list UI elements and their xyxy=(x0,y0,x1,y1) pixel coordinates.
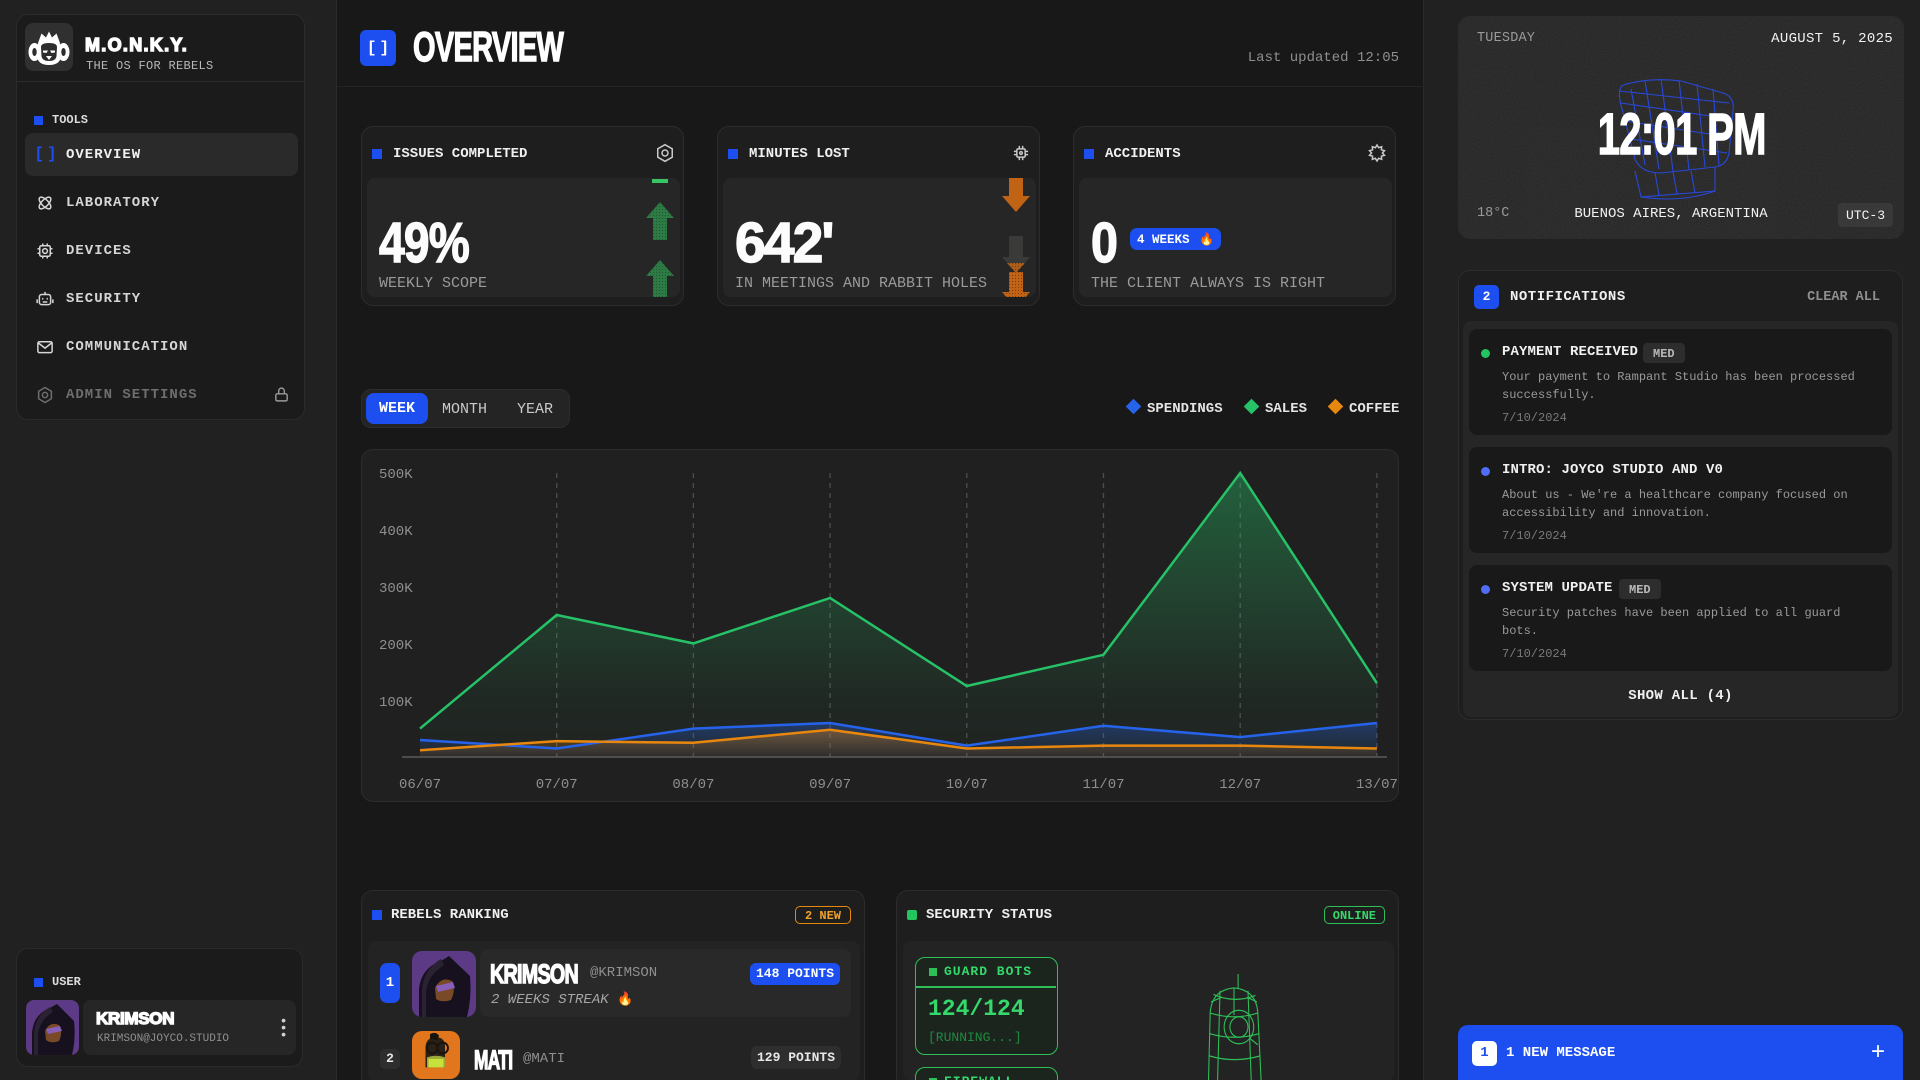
svg-text:06/07: 06/07 xyxy=(399,777,441,793)
svg-text:07/07: 07/07 xyxy=(536,777,578,793)
svg-text:11/07: 11/07 xyxy=(1082,777,1124,793)
svg-text:200K: 200K xyxy=(379,638,413,654)
svg-text:09/07: 09/07 xyxy=(809,777,851,793)
svg-text:13/07: 13/07 xyxy=(1356,777,1398,793)
svg-text:10/07: 10/07 xyxy=(946,777,988,793)
svg-text:COFFEE: COFFEE xyxy=(1349,401,1399,416)
svg-text:100K: 100K xyxy=(379,695,413,711)
svg-text:SALES: SALES xyxy=(1265,401,1307,416)
svg-text:08/07: 08/07 xyxy=(672,777,714,793)
svg-text:400K: 400K xyxy=(379,524,413,540)
svg-text:12/07: 12/07 xyxy=(1219,777,1261,793)
svg-text:SPENDINGS: SPENDINGS xyxy=(1147,401,1223,416)
svg-text:300K: 300K xyxy=(379,581,413,597)
svg-text:500K: 500K xyxy=(379,467,413,483)
